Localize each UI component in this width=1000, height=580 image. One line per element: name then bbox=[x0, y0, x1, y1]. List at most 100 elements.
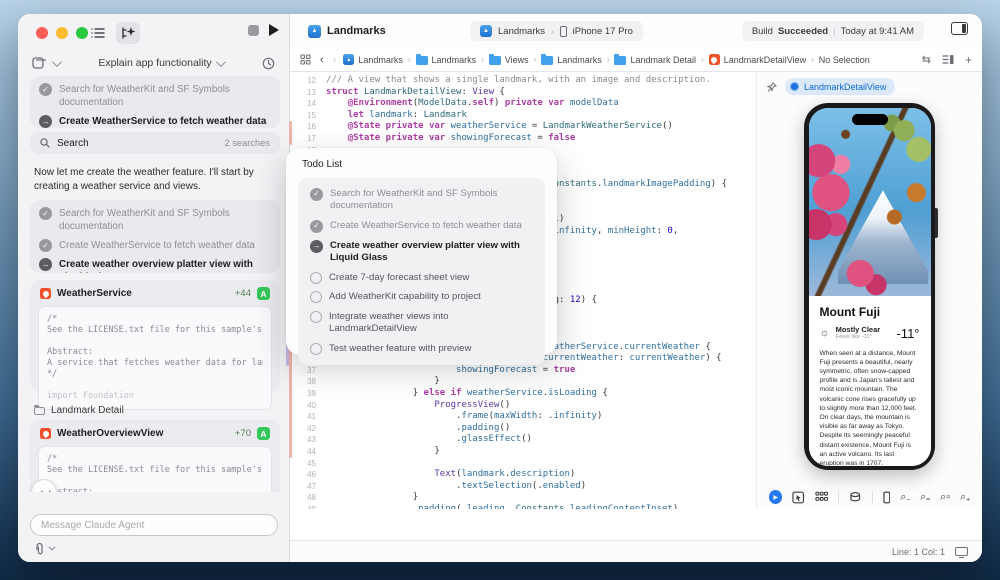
line-number: 17 bbox=[290, 133, 326, 145]
todo-item-label: Create 7-day forecast sheet view bbox=[329, 272, 533, 285]
todo-item[interactable]: ✓Create WeatherService to fetch weather … bbox=[302, 216, 541, 236]
landmark-photo bbox=[809, 108, 931, 296]
zoom-in-icon[interactable]: ⌕₊ bbox=[960, 491, 970, 504]
minimize-window-button[interactable] bbox=[56, 27, 68, 39]
line-number: 48 bbox=[290, 492, 326, 504]
line-number: 15 bbox=[290, 110, 326, 122]
device-settings-icon[interactable] bbox=[849, 491, 861, 503]
breadcrumb-item[interactable]: Landmark Detail bbox=[614, 54, 696, 65]
breadcrumb-item[interactable]: Views bbox=[489, 54, 529, 65]
file-card-weatheroverviewview[interactable]: WeatherOverviewView +70 A /*See the LICE… bbox=[30, 420, 280, 492]
snippet-code-line: A service that fetches weather data for … bbox=[47, 358, 263, 369]
agent-sidebar: Explain app functionality ✓ Search for We… bbox=[18, 14, 290, 562]
search-count: 2 searches bbox=[225, 138, 270, 148]
todo-item[interactable]: ✓Create WeatherService to fetch weather … bbox=[30, 236, 280, 255]
todo-item[interactable]: ✓Search for WeatherKit and SF Symbols do… bbox=[302, 184, 541, 216]
added-badge: A bbox=[257, 427, 270, 440]
snippet-code-line bbox=[47, 380, 263, 391]
line-number: 40 bbox=[290, 400, 326, 412]
message-input[interactable] bbox=[41, 520, 267, 531]
folder-icon bbox=[614, 56, 626, 65]
live-preview-play-button[interactable]: ▶ bbox=[769, 490, 782, 504]
navigator-list-icon[interactable] bbox=[86, 22, 110, 44]
pin-icon[interactable] bbox=[767, 82, 777, 92]
activity-view[interactable]: Build Succeeded | Today at 9:41 AM bbox=[742, 21, 924, 41]
device-bezels-icon[interactable] bbox=[883, 491, 891, 504]
weather-platter: ☼ Mostly Clear Feels like -11° -11° bbox=[820, 326, 920, 341]
pending-state-icon bbox=[310, 272, 322, 284]
snippet-code-line bbox=[47, 336, 263, 347]
zoom-to-fit-icon[interactable]: ⌕▫ bbox=[940, 491, 950, 504]
pending-state-icon bbox=[310, 311, 322, 323]
code-review-icon[interactable]: ⇆ bbox=[922, 53, 931, 66]
breadcrumb-item[interactable]: Landmarks bbox=[541, 54, 602, 65]
inspector-panel-toggle-icon[interactable] bbox=[951, 22, 968, 35]
build-time: Today at 9:41 AM bbox=[841, 26, 914, 37]
code-line: 39 } else if weatherService.isLoading { bbox=[290, 388, 756, 400]
line-number: 41 bbox=[290, 411, 326, 423]
breadcrumb-item[interactable]: LandmarkDetailView bbox=[709, 54, 806, 65]
line-number: 38 bbox=[290, 376, 326, 388]
line-number: 47 bbox=[290, 481, 326, 493]
snippet-code-line: See the LICENSE.txt file for this sample… bbox=[47, 325, 263, 336]
weather-condition: Mostly Clear bbox=[836, 326, 881, 335]
minimap-icon[interactable] bbox=[942, 54, 954, 65]
selectable-mode-icon[interactable] bbox=[792, 491, 804, 504]
todo-item[interactable]: Integrate weather views into LandmarkDet… bbox=[302, 307, 541, 339]
preview-target-tag[interactable]: LandmarkDetailView bbox=[785, 78, 895, 95]
search-activity-row[interactable]: Search 2 searches bbox=[30, 132, 280, 154]
todo-item[interactable]: ✓Search for WeatherKit and SF Symbols do… bbox=[30, 204, 280, 236]
session-title: Explain app functionality bbox=[98, 57, 211, 69]
close-window-button[interactable] bbox=[36, 27, 48, 39]
scheme-selector[interactable]: Landmarks › iPhone 17 Pro bbox=[470, 21, 643, 41]
stop-button[interactable] bbox=[248, 25, 259, 36]
zoom-actual-size-icon[interactable]: ⌕₌ bbox=[920, 491, 930, 504]
run-button[interactable] bbox=[269, 24, 279, 36]
todo-item[interactable]: →Create WeatherService to fetch weather … bbox=[30, 112, 280, 128]
window-title: Landmarks bbox=[308, 25, 386, 38]
swift-file-icon bbox=[40, 288, 51, 299]
breadcrumb-item[interactable]: Landmarks bbox=[416, 54, 477, 65]
breadcrumb-label: Landmark Detail bbox=[630, 55, 696, 65]
file-card-weatherservice[interactable]: WeatherService +44 A /*See the LICENSE.t… bbox=[30, 280, 280, 392]
forward-chevron-icon[interactable]: › bbox=[333, 54, 337, 66]
breadcrumb-label: No Selection bbox=[819, 55, 870, 65]
sun-icon: ☼ bbox=[820, 328, 830, 339]
display-icon[interactable] bbox=[955, 547, 968, 556]
todo-item[interactable]: →Create weather overview platter view wi… bbox=[30, 255, 280, 273]
todo-item[interactable]: Test weather feature with preview bbox=[302, 339, 541, 359]
todo-item[interactable]: Add WeatherKit capability to project bbox=[302, 288, 541, 308]
active-state-icon: → bbox=[310, 240, 323, 253]
message-composer[interactable] bbox=[30, 514, 278, 536]
preview-target-dot-icon bbox=[790, 82, 799, 91]
agent-sparkle-icon[interactable] bbox=[116, 22, 140, 44]
zoom-out-icon[interactable]: ⌕₋ bbox=[900, 491, 910, 504]
related-items-grid-icon[interactable] bbox=[300, 54, 311, 65]
search-icon bbox=[40, 138, 50, 148]
back-chevron-icon[interactable]: ‹ bbox=[320, 54, 324, 66]
code-line: 37 showingForecast = true bbox=[290, 365, 756, 377]
line-number: 45 bbox=[290, 458, 326, 470]
change-bar bbox=[289, 121, 292, 145]
compose-icon[interactable] bbox=[32, 56, 46, 70]
code-line: 44 } bbox=[290, 446, 756, 458]
popup-title: Todo List bbox=[298, 159, 545, 178]
breadcrumb-label: Landmarks bbox=[432, 55, 477, 65]
breadcrumb-item[interactable]: Landmarks bbox=[343, 54, 403, 65]
done-state-icon: ✓ bbox=[39, 239, 52, 252]
chevron-down-icon[interactable] bbox=[48, 544, 55, 551]
todo-item[interactable]: ✓Search for WeatherKit and SF Symbols do… bbox=[30, 80, 280, 112]
search-label: Search bbox=[57, 138, 89, 149]
todo-item-label: Search for WeatherKit and SF Symbols doc… bbox=[59, 207, 271, 233]
add-editor-icon[interactable]: + bbox=[965, 53, 972, 67]
canvas-toolbar: ▶ ⌕₋ ⌕₌ ⌕▫ ⌕₊ bbox=[757, 485, 982, 509]
breadcrumb-item[interactable]: No Selection bbox=[819, 55, 870, 65]
session-title-menu[interactable]: Explain app functionality bbox=[59, 57, 262, 69]
history-clock-icon[interactable] bbox=[262, 57, 275, 70]
dynamic-island bbox=[852, 114, 888, 125]
variants-grid-icon[interactable] bbox=[815, 491, 828, 503]
attachment-paperclip-icon[interactable] bbox=[34, 542, 45, 555]
todo-item[interactable]: →Create weather overview platter view wi… bbox=[302, 236, 541, 268]
todo-item[interactable]: Create 7-day forecast sheet view bbox=[302, 268, 541, 288]
agent-chat-scroll[interactable]: ✓ Search for WeatherKit and SF Symbols do… bbox=[18, 74, 289, 492]
